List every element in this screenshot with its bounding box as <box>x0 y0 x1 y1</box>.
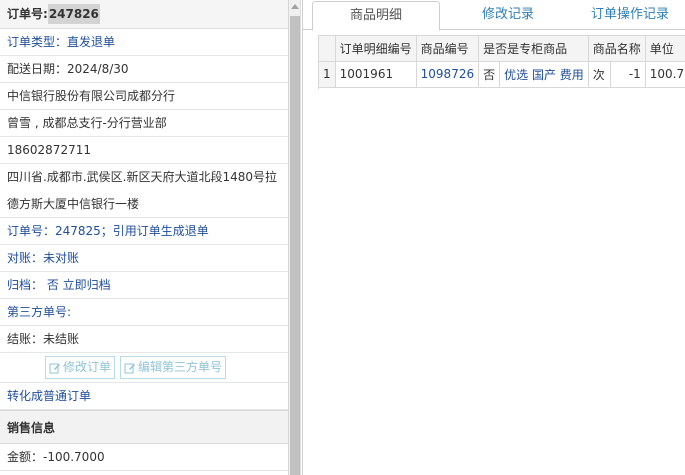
table-row[interactable]: 1 1001961 1098726 否 优选 国产 费用 次 -1 100.7 <box>319 61 685 88</box>
cell-unit: 次 <box>588 61 611 88</box>
edit-icon <box>49 363 60 373</box>
action-buttons: 修改订单 编辑第三方单号 <box>0 353 288 383</box>
product-table-container: 订单明细编号 商品编号 是否是专柜商品 商品名称 单位 1 1001961 10… <box>318 35 685 89</box>
left-scrollbar[interactable] <box>289 0 301 475</box>
header-unit: 单位 <box>645 36 685 62</box>
edit-icon <box>124 363 136 373</box>
header-product-no: 商品编号 <box>416 36 480 62</box>
modify-order-button[interactable]: 修改订单 <box>45 356 116 379</box>
cell-is-counter: 否 <box>478 61 501 88</box>
order-number-header: 订单号:247826 <box>0 0 288 29</box>
amount: 金额：-100.7000 <box>0 444 288 471</box>
delivery-address: 四川省.成都市.武侯区.新区天府大道北段1480号拉德方斯大厦中信银行一楼 <box>0 164 288 218</box>
modify-order-label: 修改订单 <box>63 360 112 374</box>
cell-quantity: -1 <box>610 61 646 88</box>
order-type: 订单类型：直发退单 <box>0 29 288 56</box>
archive-status[interactable]: 归档： 否 立即归档 <box>0 272 288 299</box>
order-number-value[interactable]: 247826 <box>47 4 100 24</box>
header-product-name: 商品名称 <box>588 36 646 62</box>
sales-info-header: 销售信息 <box>0 410 288 444</box>
cell-index: 1 <box>319 61 336 88</box>
cell-product-no-link[interactable]: 1098726 <box>416 61 480 88</box>
reference-order: 订单号：247825；引用订单生成退单 <box>0 218 288 245</box>
scroll-up-arrow-icon[interactable] <box>291 4 299 9</box>
edit-third-party-button[interactable]: 编辑第三方单号 <box>120 356 227 379</box>
header-index <box>319 36 336 62</box>
company-name: 中信银行股份有限公司成都分行 <box>0 83 288 110</box>
scroll-thumb[interactable] <box>290 16 300 475</box>
contact-info: 曾雪 , 成都总支行-分行营业部 <box>0 110 288 137</box>
tab-modify-history[interactable]: 修改记录 <box>463 1 553 30</box>
detail-tabs-panel: 商品明细 修改记录 订单操作记录 订单明细编号 商品编号 是否是专柜商品 商品名… <box>302 0 685 475</box>
cell-price: 100.7 <box>645 61 685 88</box>
tab-order-operation-log[interactable]: 订单操作记录 <box>591 1 685 30</box>
header-detail-no: 订单明细编号 <box>335 36 417 62</box>
delivery-date: 配送日期：2024/8/30 <box>0 56 288 83</box>
third-party-number: 第三方单号: <box>0 299 288 326</box>
settle-status: 结账：未结账 <box>0 326 288 353</box>
cell-product-name[interactable]: 优选 国产 费用 <box>499 61 589 88</box>
header-is-counter: 是否是专柜商品 <box>478 36 589 62</box>
reconcile-status: 对账：未对账 <box>0 245 288 272</box>
tab-bar: 商品明细 修改记录 订单操作记录 <box>303 0 685 31</box>
convert-to-normal-order-link[interactable]: 转化成普通订单 <box>0 383 288 410</box>
table-header-row: 订单明细编号 商品编号 是否是专柜商品 商品名称 单位 <box>319 36 685 62</box>
edit-third-party-label: 编辑第三方单号 <box>138 360 223 374</box>
tab-product-details[interactable]: 商品明细 <box>312 1 440 31</box>
order-number-label: 订单号: <box>7 7 48 21</box>
phone-number: 18602872711 <box>0 137 288 164</box>
cell-detail-no: 1001961 <box>335 61 417 88</box>
order-detail-panel: 订单号:247826 订单类型：直发退单 配送日期：2024/8/30 中信银行… <box>0 0 289 475</box>
product-table: 订单明细编号 商品编号 是否是专柜商品 商品名称 单位 1 1001961 10… <box>319 36 685 88</box>
